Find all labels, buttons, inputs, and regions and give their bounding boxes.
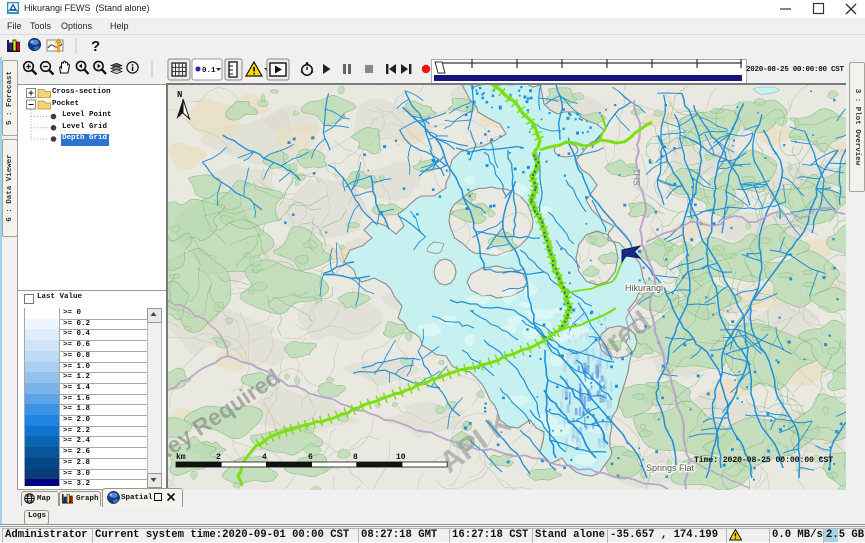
svg-text:8: 8	[353, 453, 358, 462]
svg-text:km: km	[176, 453, 186, 462]
svg-text:Time: 2020-08-25 00:00:00 CST: Time: 2020-08-25 00:00:00 CST	[694, 455, 833, 465]
svg-text:0.1: 0.1	[202, 67, 216, 75]
svg-text:6: 6	[308, 453, 313, 462]
svg-text:?: ?	[91, 38, 100, 55]
svg-text:Springs Flat: Springs Flat	[646, 463, 695, 473]
svg-text:Hikurangi: Hikurangi	[625, 283, 663, 293]
svg-text:SH1: SH1	[632, 168, 642, 186]
svg-text:10: 10	[396, 453, 406, 462]
svg-text:4: 4	[262, 453, 267, 462]
svg-text:2: 2	[216, 453, 221, 462]
svg-text:N: N	[177, 90, 182, 100]
